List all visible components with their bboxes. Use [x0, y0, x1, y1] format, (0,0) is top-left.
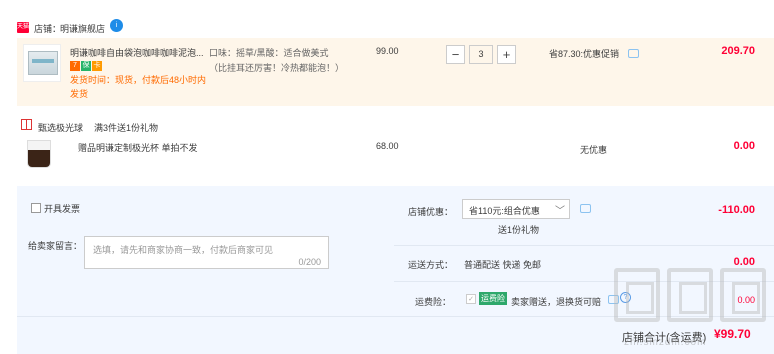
invoice-checkbox[interactable] — [31, 203, 41, 213]
divider — [394, 245, 774, 246]
unit-price: 99.00 — [376, 46, 399, 56]
shop-total-value: ¥99.70 — [714, 327, 751, 341]
gift-unit-price: 68.00 — [376, 141, 399, 151]
quantity-input[interactable]: 3 — [469, 45, 493, 64]
shipping-method-value: 普通配送 快递 免邮 — [464, 260, 542, 270]
insurance-text: 卖家赠送，退换货可赔 — [511, 297, 602, 307]
service-tags: 7保卡 — [70, 59, 103, 71]
product-title-link[interactable]: 明谦咖啡自由袋泡咖啡咖啡泥泡... — [70, 46, 210, 59]
shipping-amount: 0.00 — [733, 256, 755, 268]
quantity-stepper: − 3 + — [446, 45, 517, 64]
chevron-down-icon: ﹀ — [555, 206, 565, 217]
comment-icon[interactable] — [628, 49, 639, 58]
gift-title-link[interactable]: 赠品明谦定制极光杯 单拍不发 — [78, 141, 198, 154]
gift-note: 送1份礼物 — [498, 225, 540, 235]
message-placeholder: 选填，请先和商家协商一致，付款后商家可见 — [93, 245, 274, 255]
tmall-badge: 天猫 — [17, 22, 29, 33]
seven-day-return-icon: 7 — [70, 61, 80, 71]
cup-image — [27, 140, 51, 168]
watermark-logo — [614, 268, 769, 326]
sku-line: （比挂耳还厉害！冷热都能泡！） — [209, 63, 345, 73]
message-char-count: 0/200 — [298, 257, 321, 267]
insurance-checkbox[interactable]: ✓ — [466, 294, 476, 304]
shop-discount-label: 店铺优惠： — [408, 207, 454, 217]
gift-discount: 无优惠 — [580, 145, 608, 155]
item-discount: 省87.30:优惠促销 — [549, 49, 620, 59]
shop-discount-select[interactable]: 省110元:组合优惠 ﹀ — [462, 199, 570, 219]
shop-name-link[interactable]: 明谦旗舰店 — [60, 22, 105, 35]
message-label: 给卖家留言： — [28, 241, 83, 251]
insurance-badge: 运费险 — [479, 292, 507, 305]
gift-subtotal: 0.00 — [733, 140, 755, 152]
watermark-glyph — [614, 268, 660, 322]
watermark-text: zhi.smzdm.com — [624, 337, 707, 348]
product-box-stripe — [32, 59, 54, 63]
wangwang-chat-icon[interactable]: i — [110, 19, 123, 32]
insurance-label: 运费险： — [415, 297, 452, 307]
product-box-image — [28, 51, 58, 75]
guarantee-icon: 保 — [81, 61, 91, 71]
shipping-method-label: 运送方式： — [408, 260, 454, 270]
shop-discount-value: 省110元:组合优惠 — [469, 206, 540, 216]
seller-message-textarea[interactable]: 选填，请先和商家协商一致，付款后商家可见 0/200 — [84, 236, 329, 269]
shop-label: 店铺： — [34, 24, 62, 34]
quantity-decrease-button[interactable]: − — [446, 45, 465, 64]
shop-discount-amount: -110.00 — [718, 204, 755, 216]
gift-thumbnail[interactable] — [23, 138, 55, 172]
invoice-label[interactable]: 开具发票 — [44, 202, 80, 215]
quantity-increase-button[interactable]: + — [497, 45, 516, 64]
item-subtotal: 209.70 — [721, 45, 755, 57]
gift-icon — [21, 119, 32, 130]
product-thumbnail[interactable] — [23, 44, 61, 82]
gift-promo-rule: 满3件送1份礼物 — [94, 123, 159, 133]
watermark-glyph — [720, 268, 766, 322]
gift-promo-name: 甄选极光球 — [38, 123, 84, 133]
card-payment-icon: 卡 — [92, 61, 102, 71]
comment-icon[interactable] — [580, 204, 591, 213]
shipping-time: 发货时间：现货，付款后48小时内发货 — [70, 75, 207, 99]
watermark-glyph — [667, 268, 713, 322]
sku-info: 口味：摇草/黑酸：适合做美式 （比挂耳还厉害！冷热都能泡！） — [209, 46, 344, 76]
sku-line: 口味：摇草/黑酸：适合做美式 — [209, 48, 329, 58]
